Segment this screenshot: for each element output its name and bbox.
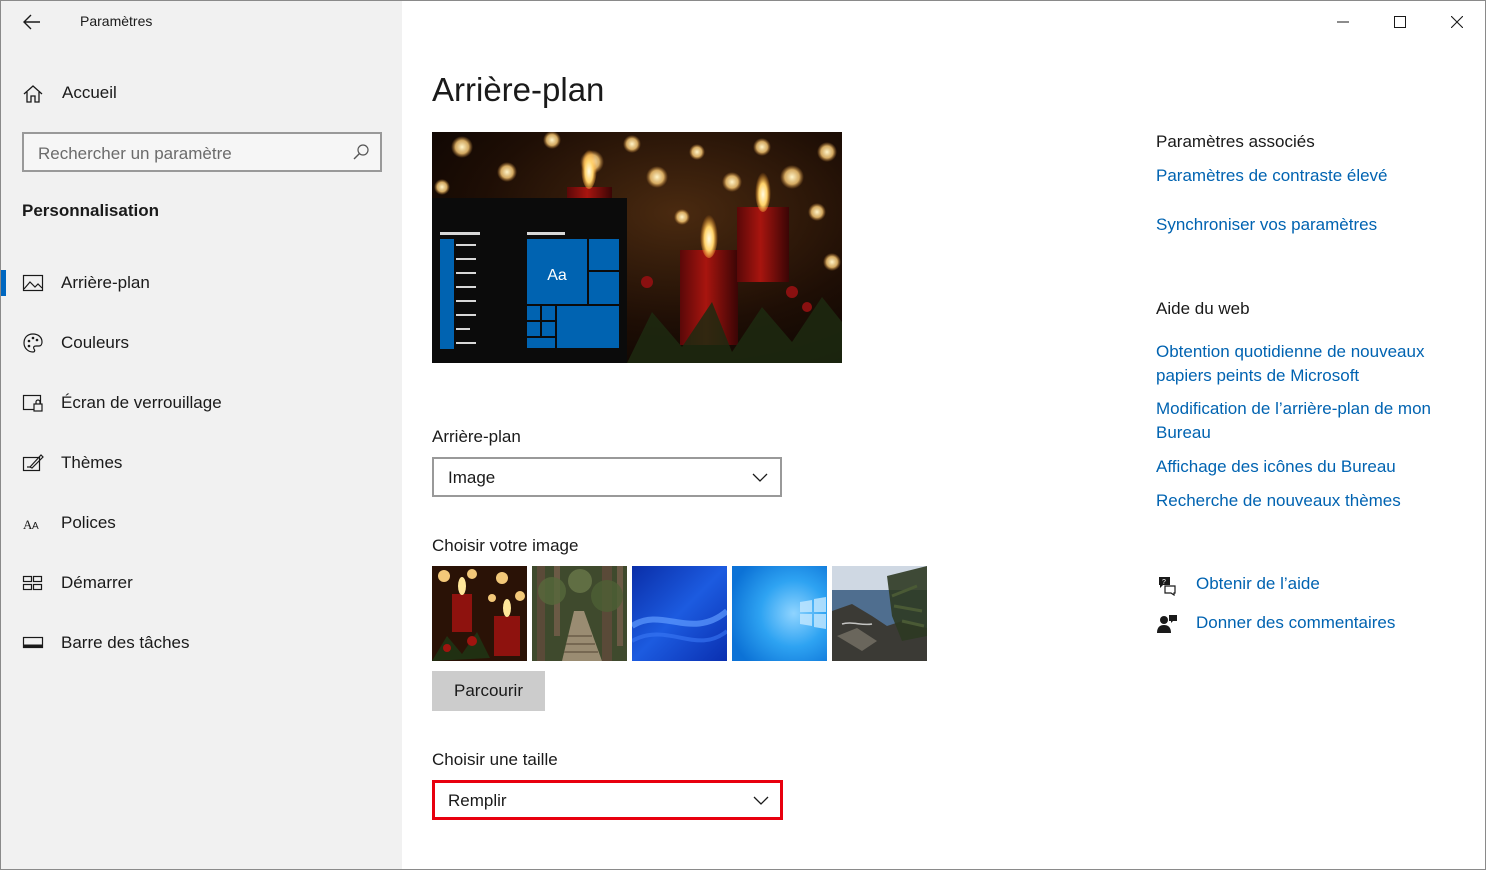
minimize-button[interactable]: [1315, 3, 1371, 41]
maximize-button[interactable]: [1372, 3, 1428, 41]
change-background-link[interactable]: Modification de l’arrière-plan de mon Bu…: [1156, 397, 1466, 445]
lock-screen-icon: [22, 394, 43, 412]
sidebar-item-start[interactable]: Démarrer: [1, 560, 402, 606]
taskbar-icon: [22, 636, 44, 649]
home-label: Accueil: [62, 83, 117, 102]
feedback-link[interactable]: Donner des commentaires: [1156, 611, 1466, 639]
section-title: Personnalisation: [22, 201, 159, 220]
related-settings-title: Paramètres associés: [1156, 132, 1315, 151]
back-button[interactable]: [15, 7, 49, 37]
sidebar-item-label: Polices: [61, 513, 116, 532]
desktop-icons-link[interactable]: Affichage des icônes du Bureau: [1156, 455, 1466, 479]
background-preview: Aa: [432, 132, 842, 363]
sync-settings-link[interactable]: Synchroniser vos paramètres: [1156, 213, 1466, 237]
preview-tile-text: Aa: [547, 267, 567, 284]
find-themes-link[interactable]: Recherche de nouveaux thèmes: [1156, 489, 1466, 513]
sidebar-item-label: Démarrer: [61, 573, 133, 592]
home-nav-item[interactable]: Accueil: [1, 73, 402, 113]
search-input[interactable]: Rechercher un paramètre: [22, 132, 382, 172]
thumbnail-windows-blue[interactable]: [732, 566, 827, 661]
sidebar-item-label: Couleurs: [61, 333, 130, 352]
thumbnail-blue-abstract[interactable]: [632, 566, 727, 661]
fit-size-value: Remplir: [448, 791, 507, 810]
settings-window: Paramètres Accueil Rechercher un paramèt…: [0, 0, 1486, 870]
web-help-title: Aide du web: [1156, 299, 1250, 318]
app-title: Paramètres: [80, 13, 153, 29]
thumbnail-forest-path[interactable]: [532, 566, 627, 661]
palette-icon: [23, 333, 43, 353]
chevron-down-icon: [752, 473, 768, 482]
themes-icon: [22, 454, 44, 472]
daily-wallpapers-link[interactable]: Obtention quotidienne de nouveaux papier…: [1156, 340, 1466, 388]
back-arrow-icon: [23, 14, 40, 30]
sidebar-item-fonts[interactable]: AA Polices: [1, 500, 402, 546]
sidebar-item-label: Thèmes: [61, 453, 123, 472]
sidebar-item-label: Barre des tâches: [61, 633, 190, 652]
background-type-dropdown[interactable]: Image: [432, 457, 782, 497]
close-button[interactable]: [1429, 3, 1485, 41]
fonts-icon: AA: [23, 517, 39, 532]
high-contrast-link[interactable]: Paramètres de contraste élevé: [1156, 164, 1466, 188]
fit-size-label: Choisir une taille: [432, 750, 558, 769]
background-type-label: Arrière-plan: [432, 427, 521, 446]
active-indicator: [1, 270, 6, 296]
sidebar-item-themes[interactable]: Thèmes: [1, 440, 402, 486]
close-icon: [1451, 16, 1463, 28]
maximize-icon: [1394, 16, 1406, 28]
search-icon: [353, 144, 369, 160]
start-icon: [22, 575, 43, 591]
help-chat-icon: ?: [1159, 577, 1176, 596]
thumbnail-candles[interactable]: [432, 566, 527, 661]
chevron-down-icon: [753, 796, 769, 805]
sidebar: Paramètres Accueil Rechercher un paramèt…: [1, 1, 402, 869]
fit-size-dropdown[interactable]: Remplir: [432, 780, 783, 820]
thumbnail-rocky-coast[interactable]: [832, 566, 927, 661]
svg-text:?: ?: [1162, 579, 1166, 586]
get-help-label: Obtenir de l’aide: [1196, 574, 1320, 593]
sidebar-item-background[interactable]: Arrière-plan: [1, 260, 402, 306]
feedback-icon: [1157, 615, 1177, 633]
choose-image-label: Choisir votre image: [432, 536, 579, 555]
get-help-link[interactable]: ? Obtenir de l’aide: [1156, 572, 1466, 600]
sidebar-item-label: Écran de verrouillage: [61, 393, 222, 412]
browse-button[interactable]: Parcourir: [432, 671, 545, 711]
sidebar-item-taskbar[interactable]: Barre des tâches: [1, 620, 402, 666]
sidebar-item-colors[interactable]: Couleurs: [1, 320, 402, 366]
image-thumbnails: [432, 566, 932, 661]
sidebar-item-lock-screen[interactable]: Écran de verrouillage: [1, 380, 402, 426]
search-placeholder: Rechercher un paramètre: [38, 144, 232, 163]
home-icon: [23, 85, 43, 103]
sidebar-item-label: Arrière-plan: [61, 273, 150, 292]
background-type-value: Image: [448, 468, 496, 487]
picture-icon: [22, 274, 44, 292]
candles-wallpaper-image: Aa: [432, 132, 842, 363]
page-title: Arrière-plan: [432, 71, 605, 108]
feedback-label: Donner des commentaires: [1196, 613, 1396, 632]
minimize-icon: [1337, 21, 1349, 23]
svg-text:A: A: [32, 521, 39, 532]
